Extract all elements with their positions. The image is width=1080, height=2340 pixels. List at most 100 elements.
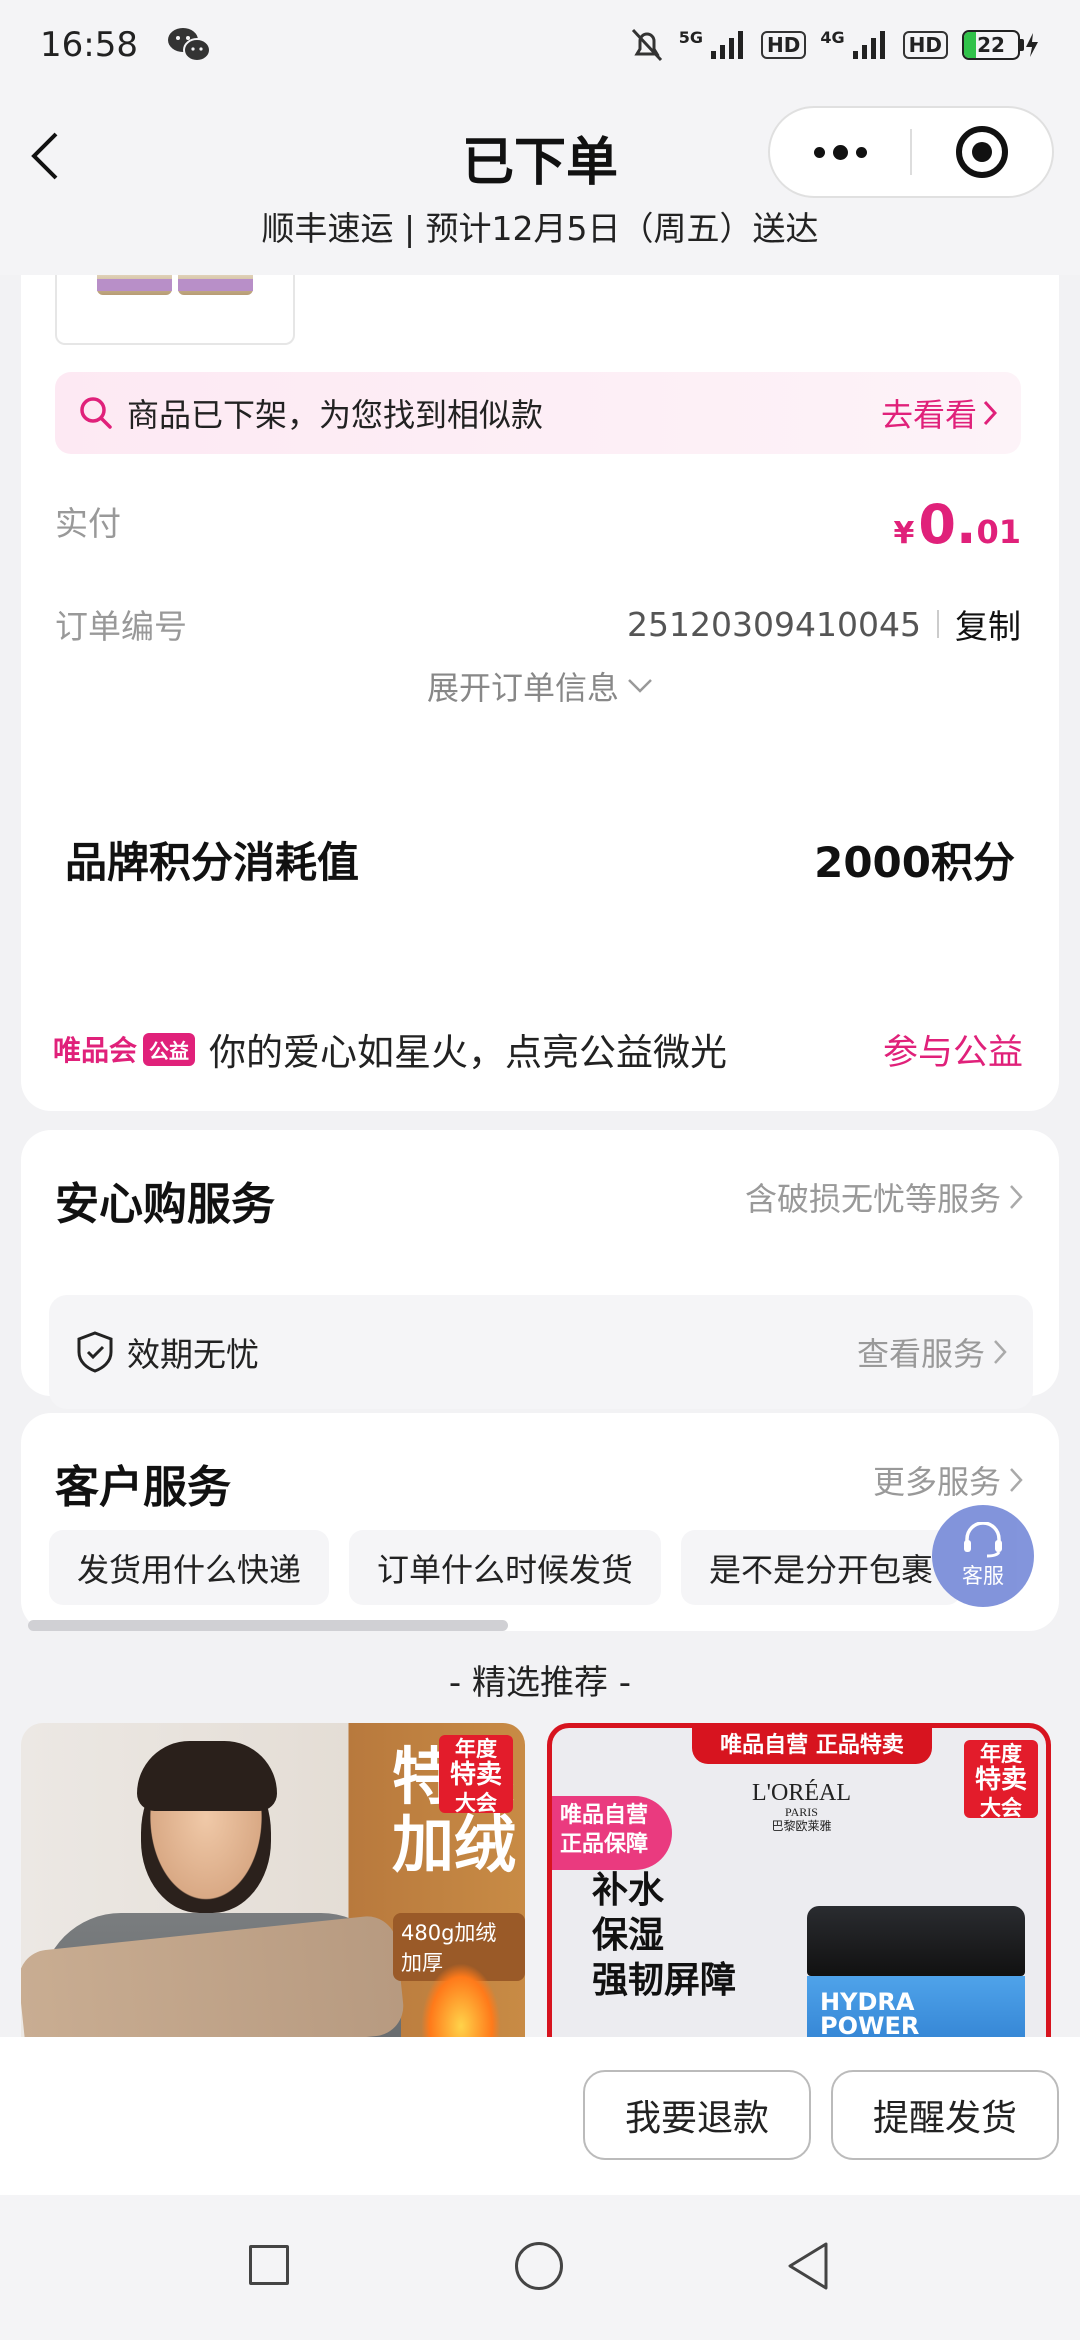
expand-label: 展开订单信息 (426, 669, 619, 707)
hd-badge: HD (761, 31, 807, 59)
product-bottle (178, 275, 253, 295)
badge-mid: 特卖 (449, 1760, 502, 1791)
charity-text: 你的爱心如星火，点亮公益微光 (209, 1031, 728, 1074)
badge-top: 年度 (980, 1742, 1022, 1766)
brand-sub: PARIS (785, 1805, 818, 1820)
wechat-icon (167, 28, 211, 62)
divider (937, 610, 939, 638)
delivery-estimate: 顺丰速运 | 预计12月5日（周五）送达 (261, 209, 819, 248)
paid-label: 实付 (55, 504, 121, 543)
flame-icon (421, 1963, 501, 2037)
remind-shipment-button[interactable]: 提醒发货 (831, 2070, 1059, 2160)
badge-mid: 特卖 (974, 1765, 1027, 1796)
chevron-down-icon (628, 679, 652, 693)
badge-bottom: 大会 (980, 1796, 1022, 1821)
jar-line: HYDRA (820, 1988, 915, 2016)
charity-card[interactable]: 唯品会 公益 你的爱心如星火，点亮公益微光 参与公益 (21, 987, 1059, 1111)
more-services-label: 更多服务 (872, 1463, 1001, 1501)
product-bottle (97, 275, 172, 295)
search-icon (80, 397, 112, 429)
signal-icon (711, 31, 744, 59)
jar-label: HYDRA POWER (820, 1990, 919, 2037)
customer-service-card: 客户服务 更多服务 发货用什么快递 订单什么时候发货 是不是分开包裹 (21, 1413, 1059, 1631)
product-image-hair (137, 1741, 277, 1811)
mini-program-capsule (768, 106, 1054, 198)
paid-decimal: 01 (976, 513, 1021, 551)
copy-button[interactable]: 复制 (955, 600, 1021, 648)
more-services-link[interactable]: 更多服务 (873, 1457, 1023, 1503)
vip-guarantee-flag: 唯品自营正品保障 (552, 1796, 672, 1870)
close-mini-program-button[interactable] (912, 108, 1052, 196)
network-4g: 4G (820, 27, 845, 47)
faq-chip[interactable]: 发货用什么快递 (49, 1530, 330, 1605)
recommend-product-card[interactable]: 特惠加绒 480g加绒加厚 年度 特卖 大会 (21, 1723, 525, 2037)
currency-symbol: ¥ (893, 516, 915, 551)
status-indicators: 5G HD 4G HD 22 (629, 26, 1040, 64)
service-more-link[interactable]: 含破损无忧等服务 (745, 1174, 1023, 1220)
page-header: 已下单 顺丰速运 | 预计12月5日（周五）送达 (0, 90, 1080, 275)
customer-service-float-button[interactable]: 客服 (932, 1505, 1034, 1607)
dot-icon (855, 146, 867, 158)
expand-order-info[interactable]: 展开订单信息 (21, 663, 1059, 709)
status-time: 16:58 (40, 25, 138, 65)
hd-badge: HD (902, 31, 948, 59)
horizontal-scrollbar[interactable] (28, 1620, 508, 1631)
order-number-row: 25120309410045 复制 (627, 600, 1021, 648)
system-navigation-bar (0, 2195, 1080, 2340)
signal-icon (852, 31, 885, 59)
refund-button[interactable]: 我要退款 (583, 2070, 811, 2160)
service-name: 效期无忧 (127, 1335, 259, 1374)
battery-level: 22 (977, 33, 1005, 57)
faq-chip[interactable]: 是不是分开包裹 (681, 1530, 962, 1605)
similar-product-notice[interactable]: 商品已下架，为您找到相似款 去看看 (55, 372, 1021, 454)
target-icon (955, 126, 1008, 178)
battery-icon: 22 (962, 30, 1040, 60)
recommend-title: - 精选推荐 - (448, 1663, 632, 1703)
vip-self-run-banner: 唯品自营 正品特卖 (692, 1728, 932, 1764)
badge-top: 年度 (455, 1737, 497, 1761)
slogan-line: 保湿 (592, 1915, 665, 1956)
back-triangle-icon[interactable] (786, 2240, 830, 2292)
order-card: 商品已下架，为您找到相似款 去看看 实付 ¥ 0. 01 订单编号 251203… (21, 275, 1059, 1057)
headset-icon (964, 1522, 1002, 1558)
dot-icon (813, 146, 825, 158)
peace-of-mind-service-card: 安心购服务 含破损无忧等服务 效期无忧 查看服务 (21, 1130, 1059, 1409)
go-see-label: 去看看 (880, 396, 977, 434)
customer-service-label: 客服 (962, 1564, 1004, 1588)
home-icon[interactable] (515, 2242, 563, 2290)
view-service-label: 查看服务 (856, 1335, 985, 1373)
vip-charity-logo: 唯品会 公益 (53, 1029, 196, 1069)
view-service-link[interactable]: 查看服务 (857, 1329, 1007, 1375)
order-number-label: 订单编号 (55, 607, 187, 646)
recommend-product-card[interactable]: 唯品自营 正品特卖 唯品自营正品保障 L'ORÉAL PARIS 巴黎欧莱雅 补… (547, 1723, 1051, 2037)
faq-chip[interactable]: 订单什么时候发货 (349, 1530, 662, 1605)
annual-sale-badge: 年度 特卖 大会 (964, 1740, 1038, 1821)
chevron-right-icon (994, 1340, 1007, 1364)
points-label: 品牌积分消耗值 (65, 837, 360, 887)
join-charity-link[interactable]: 参与公益 (883, 1024, 1023, 1075)
service-item[interactable]: 效期无忧 查看服务 (49, 1295, 1033, 1409)
shield-check-icon (77, 1331, 113, 1373)
order-number: 25120309410045 (627, 604, 921, 644)
slogan-line: 补水 (592, 1870, 665, 1911)
product-slogan: 补水 保湿 强韧屏障 (592, 1868, 736, 2003)
more-menu-button[interactable] (770, 108, 910, 196)
faq-chips: 发货用什么快递 订单什么时候发货 是不是分开包裹 (49, 1530, 962, 1605)
vip-brand: 唯品会 (53, 1034, 138, 1067)
recent-apps-icon[interactable] (249, 2245, 289, 2285)
scroll-content[interactable]: 商品已下架，为您找到相似款 去看看 实付 ¥ 0. 01 订单编号 251203… (0, 275, 1080, 2037)
go-see-link[interactable]: 去看看 (881, 390, 997, 436)
annual-sale-badge: 年度 特卖 大会 (439, 1735, 513, 1816)
jar-line: POWER (820, 2012, 920, 2037)
paid-amount: ¥ 0. 01 (894, 493, 1022, 556)
charity-tag: 公益 (143, 1032, 196, 1066)
similar-notice-text: 商品已下架，为您找到相似款 (127, 396, 544, 434)
chevron-right-icon (983, 400, 997, 426)
product-jar-lid (807, 1906, 1025, 1976)
paid-integer: 0. (918, 493, 977, 556)
dot-icon (832, 144, 848, 160)
badge-bottom: 大会 (455, 1791, 497, 1816)
bell-muted-icon (631, 28, 662, 62)
points-value: 2000积分 (814, 837, 1015, 887)
product-thumbnail[interactable] (55, 275, 295, 345)
